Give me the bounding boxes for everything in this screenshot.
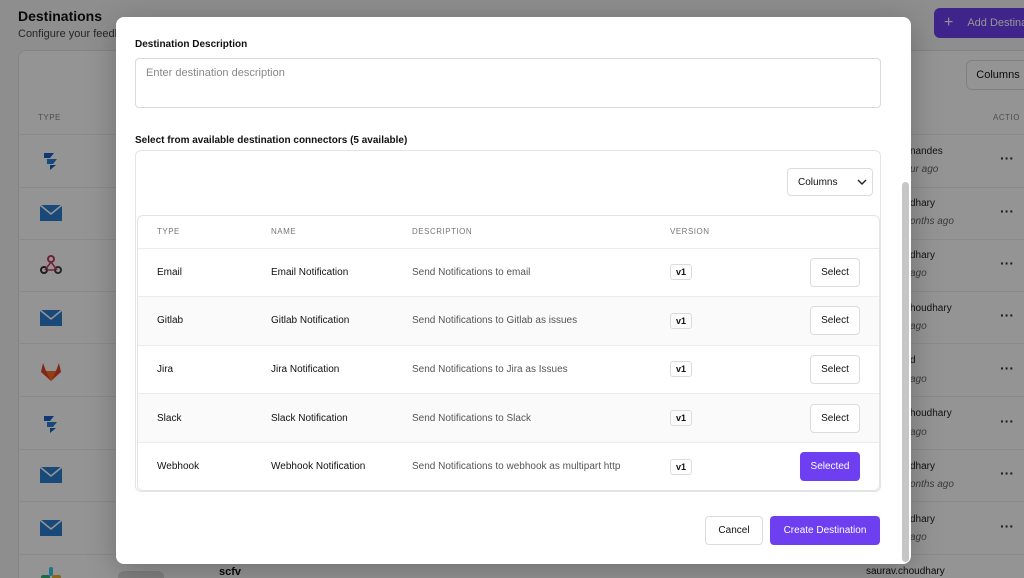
connector-name: Webhook Notification	[271, 461, 366, 473]
create-destination-button[interactable]: Create Destination	[770, 516, 880, 545]
version-badge: v1	[670, 312, 693, 329]
chevron-down-icon	[857, 177, 867, 188]
version-cell: v1	[670, 442, 780, 490]
cancel-button[interactable]: Cancel	[705, 516, 763, 545]
action-cell: Select	[780, 345, 879, 395]
select-button[interactable]: Select	[810, 403, 860, 433]
description-field[interactable]	[135, 58, 881, 108]
connector-type: Jira	[138, 345, 271, 395]
connectors-label: Select from available destination connec…	[135, 135, 408, 146]
table-row: Gitlab Gitlab Notification Send Notifica…	[138, 296, 879, 346]
action-column-header	[780, 216, 879, 249]
version-cell: v1	[670, 345, 780, 395]
version-cell: v1	[670, 393, 780, 443]
description-column-header: DESCRIPTION	[412, 216, 670, 249]
connector-name: Email Notification	[271, 248, 412, 298]
select-button[interactable]: Select	[810, 354, 860, 384]
connectors-panel: Columns TYPE NAME DESCRIPTION VERSION Em…	[135, 150, 881, 492]
connector-name: Gitlab Notification	[271, 296, 412, 346]
version-badge: v1	[670, 361, 693, 378]
version-badge: v1	[670, 458, 693, 475]
version-badge: v1	[670, 410, 693, 427]
action-cell: Select	[780, 393, 879, 443]
table-row: Email Email Notification Send Notificati…	[138, 248, 879, 298]
connector-name: Slack Notification	[271, 393, 412, 443]
connector-description: Send Notifications to Jira as Issues	[412, 345, 670, 395]
action-cell: Selected	[780, 442, 879, 490]
create-destination-modal: Destination Description Select from avai…	[116, 17, 911, 564]
connector-type: Email	[138, 248, 271, 298]
columns-label: Columns	[798, 176, 838, 188]
connector-description: Send Notifications to Gitlab as issues	[412, 296, 670, 346]
version-column-header: VERSION	[670, 216, 780, 249]
version-badge: v1	[670, 264, 693, 281]
connector-type: Webhook	[157, 461, 200, 473]
table-row: Webhook Webhook Notification Send Notifi…	[138, 442, 879, 490]
version-cell: v1	[670, 296, 780, 346]
type-column-header: TYPE	[138, 216, 271, 249]
version-cell: v1	[670, 248, 780, 298]
modal-scrollbar[interactable]	[902, 182, 909, 562]
connector-description: Send Notifications to email	[412, 248, 670, 298]
connectors-table: TYPE NAME DESCRIPTION VERSION Email Emai…	[137, 215, 880, 491]
select-button[interactable]: Select	[810, 257, 860, 287]
connector-type: Slack	[138, 393, 271, 443]
connector-description: Send Notifications to webhook as multipa…	[412, 461, 621, 473]
columns-button[interactable]: Columns	[787, 168, 873, 196]
table-row: Jira Jira Notification Send Notification…	[138, 345, 879, 395]
connector-description: Send Notifications to Slack	[412, 393, 670, 443]
connector-name: Jira Notification	[271, 345, 412, 395]
select-button[interactable]: Select	[810, 306, 860, 336]
action-cell: Select	[780, 248, 879, 298]
table-row: Slack Slack Notification Send Notificati…	[138, 393, 879, 443]
connector-type: Gitlab	[138, 296, 271, 346]
action-cell: Select	[780, 296, 879, 346]
selected-button[interactable]: Selected	[800, 452, 860, 482]
table-header-row: TYPE NAME DESCRIPTION VERSION	[138, 216, 879, 249]
description-label: Destination Description	[135, 39, 248, 50]
name-column-header: NAME	[271, 216, 412, 249]
